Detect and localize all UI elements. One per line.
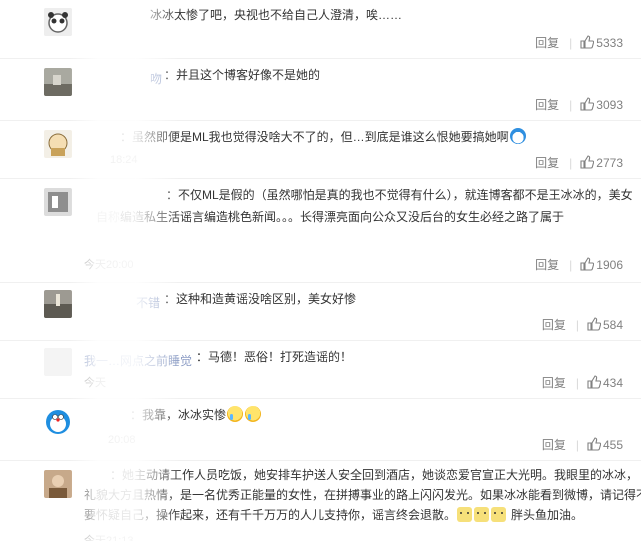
comment-time: 今天20:00 xyxy=(84,259,134,271)
like-count: 434 xyxy=(602,376,623,390)
avatar[interactable] xyxy=(44,130,72,158)
username[interactable]: 我一…网点之前睡觉 xyxy=(84,352,192,369)
username[interactable]: 不错 xyxy=(136,294,160,311)
comment-item: ：不仅ML是假的（虽然哪怕是真的我也不觉得有什么），就连博客都不是王冰冰的，美女… xyxy=(0,178,641,283)
reply-button[interactable]: 回复 xyxy=(542,376,566,390)
avatar[interactable] xyxy=(44,408,72,436)
divider: | xyxy=(575,318,579,332)
username[interactable]: 吻 xyxy=(150,70,162,87)
avatar[interactable] xyxy=(44,188,72,216)
comment-text: ：虽然即便是ML我也觉得没啥大不了的，但…到底是谁这么恨她要搞她啊 xyxy=(120,126,527,148)
cat-face-emoji xyxy=(457,507,473,522)
comment-actions: 回复 | 455 xyxy=(542,436,623,453)
comment-actions: 回复 | 3093 xyxy=(535,96,623,113)
like-button[interactable]: 5333 xyxy=(580,35,623,50)
comment-item: 冰冰太惨了吧，央视也不给自己人澄清，唉…… 回复 | 5333 xyxy=(0,0,641,59)
thumbs-up-icon xyxy=(587,437,601,451)
like-button[interactable]: 2773 xyxy=(580,155,623,170)
comment-text-tail: 胖头鱼加油。 xyxy=(511,508,584,522)
comment-text: ：马德！恶俗！打死造谣的！ xyxy=(196,350,353,364)
comment-text-prefix: 自称 xyxy=(96,210,121,224)
comment-actions: 回复 | 2773 xyxy=(535,154,623,171)
like-count: 584 xyxy=(602,318,623,332)
comment-item: ：我靠，冰冰实惨 20:08 回复 | 455 xyxy=(0,398,641,461)
like-button[interactable]: 434 xyxy=(587,375,623,390)
comment-text-line: ：她主动请工作人员吃饭，她安排车护送人安全回到酒店，她谈恋爱官宣正大光明。我眼里… xyxy=(110,468,639,482)
like-button[interactable]: 584 xyxy=(587,317,623,332)
thumbs-up-icon xyxy=(580,35,595,49)
crying-face-emoji xyxy=(227,406,244,422)
divider: | xyxy=(575,438,579,452)
crying-face-emoji xyxy=(245,406,262,422)
reply-button[interactable]: 回复 xyxy=(535,156,559,170)
comment-text: ：并且这个博客好像不是她的 xyxy=(164,68,321,82)
comment-text: ：这种和造黄谣没啥区别，美女好惨 xyxy=(164,292,357,306)
comment-item: ：虽然即便是ML我也觉得没啥大不了的，但…到底是谁这么恨她要搞她啊 18:24 … xyxy=(0,120,641,179)
photo-avatar-icon xyxy=(44,470,72,498)
divider: | xyxy=(569,156,573,170)
reply-button[interactable]: 回复 xyxy=(535,258,559,272)
comment-item: 我一…网点之前睡觉 ：马德！恶俗！打死造谣的！ 今天 回复 | 434 xyxy=(0,340,641,399)
comment-item: ：她主动请工作人员吃饭，她安排车护送人安全回到酒店，她谈恋爱官宣正大光明。我眼里… xyxy=(0,460,641,541)
comment-text-body: 编造私生活谣言编造桃色新闻。。。长得漂亮面向公众又没后台的女生必经之路了属于 xyxy=(120,210,565,224)
comment-text: 冰冰太惨了吧，央视也不给自己人澄清，唉…… xyxy=(150,8,403,22)
doraemon-emoji xyxy=(509,128,526,144)
comment-actions: 回复 | 584 xyxy=(542,316,623,333)
comment-item: 不错 ：这种和造黄谣没啥区别，美女好惨 回复 | 584 xyxy=(0,282,641,341)
cat-face-emoji xyxy=(491,507,507,522)
comment-time: 18:24 xyxy=(110,154,138,166)
comment-text: ：我靠，冰冰实惨 xyxy=(130,404,262,426)
like-button[interactable]: 455 xyxy=(587,437,623,452)
comment-time: 今天21:13 xyxy=(84,535,134,541)
like-count: 3093 xyxy=(596,98,623,112)
like-button[interactable]: 1906 xyxy=(580,257,623,272)
reply-button[interactable]: 回复 xyxy=(535,98,559,112)
comment-actions: 回复 | 5333 xyxy=(535,34,623,51)
photo-avatar-icon xyxy=(44,68,72,96)
reply-button[interactable]: 回复 xyxy=(535,36,559,50)
avatar[interactable] xyxy=(44,68,72,96)
thumbs-up-icon xyxy=(587,317,601,331)
reply-button[interactable]: 回复 xyxy=(542,438,566,452)
avatar[interactable] xyxy=(44,470,72,498)
cat-face-emoji xyxy=(474,507,490,522)
panda-avatar-icon xyxy=(44,8,72,36)
comment-list: 冰冰太惨了吧，央视也不给自己人澄清，唉…… 回复 | 5333 吻 ：并且这个博客好… xyxy=(0,0,641,541)
comment-text-body: ：虽然即便是ML我也觉得没啥大不了的，但…到底是谁这么恨她要搞她啊 xyxy=(120,130,509,144)
like-count: 5333 xyxy=(596,36,623,50)
comment-time: 20:08 xyxy=(108,434,136,446)
thumbs-up-icon xyxy=(580,155,595,169)
comment-text-body: 要怀疑自己，操作起来，还有千千万万的人儿支持你，谣言终会退散。 xyxy=(84,508,457,522)
divider: | xyxy=(569,258,573,272)
like-button[interactable]: 3093 xyxy=(580,97,623,112)
doraemon-avatar-icon xyxy=(44,408,72,436)
comment-text-body: ：我靠，冰冰实惨 xyxy=(130,408,227,422)
divider: | xyxy=(569,98,573,112)
divider: | xyxy=(569,36,573,50)
photo-avatar-icon xyxy=(44,188,72,216)
comment-text-line: 礼貌大方且热情，是一名优秀正能量的女性，在拼搏事业的路上闪闪发光。如果冰冰能看到… xyxy=(84,488,641,502)
comment-text-line: 自称编造私生活谣言编造桃色新闻。。。长得漂亮面向公众又没后台的女生必经之路了属于 xyxy=(96,206,564,228)
comment-actions: 回复 | 1906 xyxy=(535,256,623,273)
avatar[interactable] xyxy=(44,8,72,36)
photo-avatar-icon xyxy=(44,290,72,318)
comment-time: 今天 xyxy=(84,377,106,389)
avatar[interactable] xyxy=(44,348,72,376)
divider: | xyxy=(575,376,579,390)
anime-avatar-icon xyxy=(44,130,72,158)
like-count: 1906 xyxy=(596,258,623,272)
like-count: 2773 xyxy=(596,156,623,170)
thumbs-up-icon xyxy=(587,375,601,389)
comment-text-line: 要怀疑自己，操作起来，还有千千万万的人儿支持你，谣言终会退散。 胖头鱼加油。 xyxy=(84,504,583,526)
thumbs-up-icon xyxy=(580,97,595,111)
blank-avatar-icon xyxy=(44,348,72,376)
avatar[interactable] xyxy=(44,290,72,318)
reply-button[interactable]: 回复 xyxy=(542,318,566,332)
comment-item: 吻 ：并且这个博客好像不是她的 回复 | 3093 xyxy=(0,58,641,121)
thumbs-up-icon xyxy=(580,257,595,271)
like-count: 455 xyxy=(602,438,623,452)
comment-actions: 回复 | 434 xyxy=(542,374,623,391)
comment-text-line: ：不仅ML是假的（虽然哪怕是真的我也不觉得有什么），就连博客都不是王冰冰的，美女 xyxy=(166,188,633,202)
